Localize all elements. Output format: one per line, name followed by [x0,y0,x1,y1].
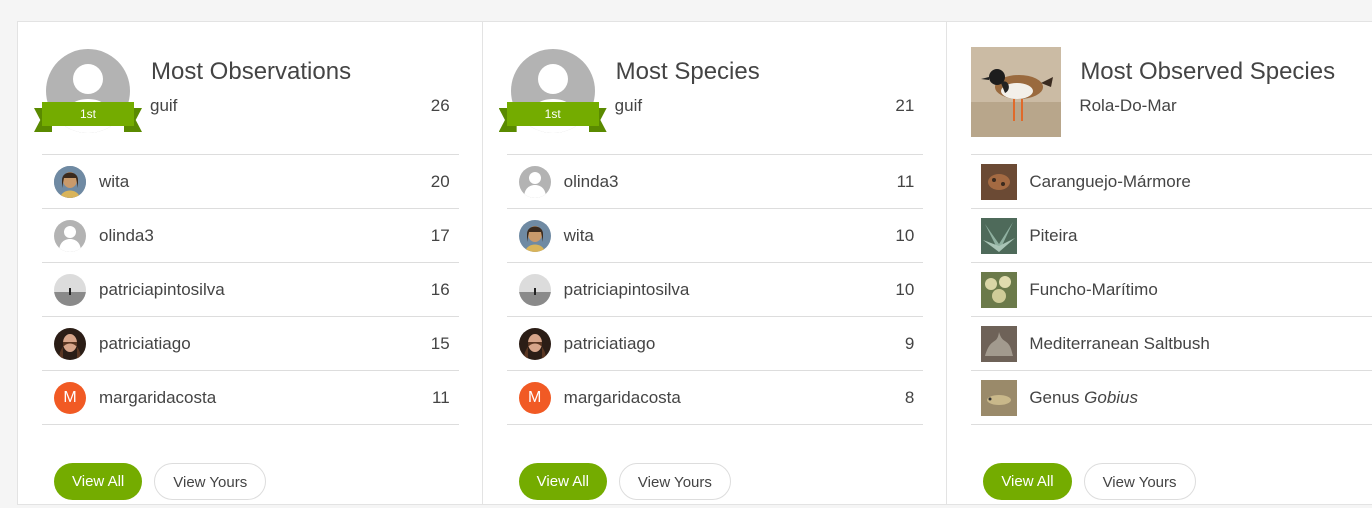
most-species-panel: 1st Most Species guif 21 olinda3 11 wita… [483,22,948,504]
species-count: 11 [896,171,915,191]
view-yours-button[interactable]: View Yours [1083,463,1196,500]
avatar: M [54,381,86,414]
view-all-button[interactable]: View All [518,463,607,500]
saltbush-photo-icon [981,325,1018,362]
observation-count: 11 [432,387,450,407]
panel-title: Most Species [615,58,760,85]
species-thumbnail [981,217,1018,254]
view-all-button[interactable]: View All [983,463,1072,500]
observer-name: wita [563,225,594,245]
list-item[interactable]: patriciapintosilva 10 [506,263,924,317]
species-thumbnail [981,325,1018,362]
species-thumbnail [981,163,1018,200]
leaderboard-panels: 1st Most Observations guif 26 wita 20 ol… [17,21,1372,505]
view-yours-button[interactable]: View Yours [154,463,267,500]
most-observed-species-panel: Most Observed Species Rola-Do-Mar Carang… [947,22,1372,504]
top-observer-count: 26 [430,96,450,115]
species-count: 10 [895,225,915,245]
avatar [54,165,86,198]
species-name: Piteira [1029,225,1078,245]
fennel-photo-icon [981,271,1018,308]
top-observer-name[interactable]: guif [150,96,177,116]
avatar [518,273,551,306]
list-item[interactable]: Funcho-Marítimo [971,263,1372,317]
list-item[interactable]: patriciatiago 9 [506,317,924,371]
species-count: 9 [904,333,915,353]
list-item[interactable]: olinda3 11 [506,155,924,209]
observer-name: patriciatiago [99,333,191,353]
panel-actions: View All View Yours [983,463,1196,500]
list-item[interactable]: Caranguejo-Mármore [971,155,1372,209]
observer-name: margaridacosta [99,387,217,407]
top-observer-count: 21 [895,96,915,115]
observer-name: patriciapintosilva [563,279,690,299]
agave-photo-icon [981,217,1018,254]
observer-name: patriciatiago [563,333,656,353]
species-name: Caranguejo-Mármore [1029,171,1191,191]
species-count: 8 [904,387,915,407]
avatar [54,219,86,252]
user-placeholder-icon [59,225,81,252]
species-thumbnail [981,379,1018,416]
list-item[interactable]: wita 20 [42,155,459,209]
top-observer-name[interactable]: guif [615,96,642,116]
top-species-photo[interactable] [971,47,1062,137]
panel-actions: View All View Yours [518,463,731,500]
taxon-name: Gobius [1084,387,1139,407]
panel-title: Most Observed Species [1080,58,1336,85]
top-species: Most Observed Species Rola-Do-Mar [971,22,1372,155]
list-item[interactable]: wita 10 [506,209,924,263]
avatar [518,165,551,198]
list-item[interactable]: patriciapintosilva 16 [42,263,459,317]
most-observations-panel: 1st Most Observations guif 26 wita 20 ol… [18,22,483,504]
top-species-name[interactable]: Rola-Do-Mar [1079,96,1176,116]
rank-label: 1st [506,102,599,126]
species-name: Mediterranean Saltbush [1029,333,1210,353]
taxon-rank: Genus [1029,387,1080,407]
avatar: M [518,381,551,414]
species-name: Funcho-Marítimo [1029,279,1158,299]
panel-title: Most Observations [151,58,352,85]
panel-actions: View All View Yours [54,463,267,500]
rank-label: 1st [42,102,134,126]
observer-name: wita [99,171,130,191]
observation-count: 20 [430,171,450,191]
list-item[interactable]: patriciatiago 15 [42,317,459,371]
list-item[interactable]: Mediterranean Saltbush [971,317,1372,371]
first-place-ribbon: 1st [34,102,142,132]
view-yours-button[interactable]: View Yours [618,463,731,500]
avatar [518,219,551,252]
list-item[interactable]: olinda3 17 [42,209,459,263]
observation-count: 17 [430,225,450,245]
observer-name: patriciapintosilva [99,279,225,299]
user-placeholder-icon [523,171,546,198]
observer-name: margaridacosta [563,387,681,407]
top-observer: 1st Most Species guif 21 [498,22,924,155]
top-observer: 1st Most Observations guif 26 [34,22,459,155]
species-count: 10 [895,279,915,299]
avatar [54,273,86,306]
observation-count: 16 [430,279,450,299]
bird-photo-icon [971,47,1062,137]
species-name: Genus Gobius [1029,388,1138,408]
goby-photo-icon [981,379,1018,416]
avatar [54,327,86,360]
avatar [518,327,551,360]
observer-name: olinda3 [99,225,154,245]
observation-count: 15 [430,333,450,353]
list-item[interactable]: M margaridacosta 11 [42,371,459,425]
crab-photo-icon [981,163,1018,200]
list-item[interactable]: M margaridacosta 8 [506,371,924,425]
first-place-ribbon: 1st [498,102,607,132]
list-item[interactable]: Genus Gobius [971,371,1372,425]
list-item[interactable]: Piteira [971,209,1372,263]
view-all-button[interactable]: View All [54,463,143,500]
species-thumbnail [981,271,1018,308]
observer-name: olinda3 [563,171,619,191]
